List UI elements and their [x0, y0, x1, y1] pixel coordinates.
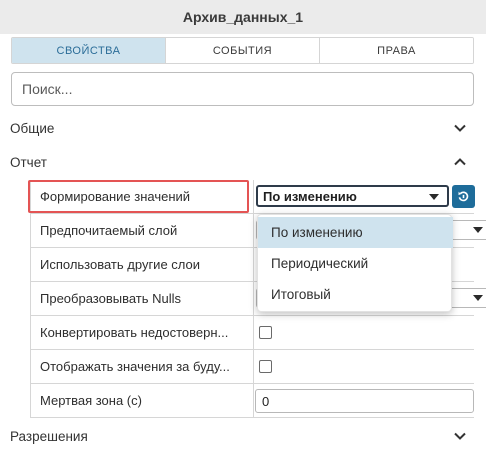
reset-icon	[458, 191, 469, 202]
chevron-down-icon[interactable]	[452, 120, 468, 136]
section-general-header[interactable]: Общие	[0, 116, 486, 140]
tab-events[interactable]: СОБЫТИЯ	[166, 38, 320, 63]
reset-button[interactable]	[452, 185, 475, 208]
property-row-deadband: Мертвая зона (с) 0	[30, 384, 474, 418]
property-label: Конвертировать недостоверн...	[40, 325, 229, 340]
property-label: Отображать значения за буду...	[40, 359, 230, 374]
value-formation-dropdown: По изменению Периодический Итоговый	[257, 214, 453, 312]
deadband-input[interactable]: 0	[255, 389, 474, 413]
section-report-label: Отчет	[10, 154, 47, 170]
property-label: Использовать другие слои	[40, 257, 201, 272]
caret-down-icon	[473, 227, 483, 233]
show-future-values-checkbox[interactable]	[259, 360, 272, 373]
value-formation-select[interactable]: По изменению	[256, 185, 449, 207]
property-label: Преобразовывать Nulls	[40, 291, 182, 306]
property-label: Предпочитаемый слой	[40, 223, 178, 238]
property-row-convert-unreliable: Конвертировать недостоверн...	[30, 316, 474, 350]
convert-unreliable-checkbox[interactable]	[259, 326, 272, 339]
section-report-header[interactable]: Отчет	[0, 150, 486, 174]
tab-bar: СВОЙСТВА СОБЫТИЯ ПРАВА	[11, 37, 474, 64]
property-row-show-future-values: Отображать значения за буду...	[30, 350, 474, 384]
section-permissions-header[interactable]: Разрешения	[0, 424, 486, 448]
tab-permissions[interactable]: ПРАВА	[320, 38, 473, 63]
section-general-label: Общие	[10, 120, 55, 136]
caret-down-icon	[429, 194, 439, 200]
value-formation-select-value: По изменению	[263, 188, 357, 204]
section-permissions-label: Разрешения	[10, 428, 88, 444]
dropdown-option[interactable]: Итоговый	[258, 279, 453, 310]
dropdown-option[interactable]: Периодический	[258, 248, 453, 279]
dropdown-option[interactable]: По изменению	[258, 217, 453, 248]
property-label: Мертвая зона (с)	[40, 393, 142, 408]
search-input[interactable]	[11, 72, 474, 106]
tab-properties[interactable]: СВОЙСТВА	[12, 38, 166, 63]
caret-down-icon	[473, 295, 483, 301]
chevron-up-icon[interactable]	[452, 154, 468, 170]
window-title: Архив_данных_1	[0, 0, 486, 34]
property-label: Формирование значений	[40, 189, 191, 204]
chevron-down-icon[interactable]	[452, 428, 468, 444]
